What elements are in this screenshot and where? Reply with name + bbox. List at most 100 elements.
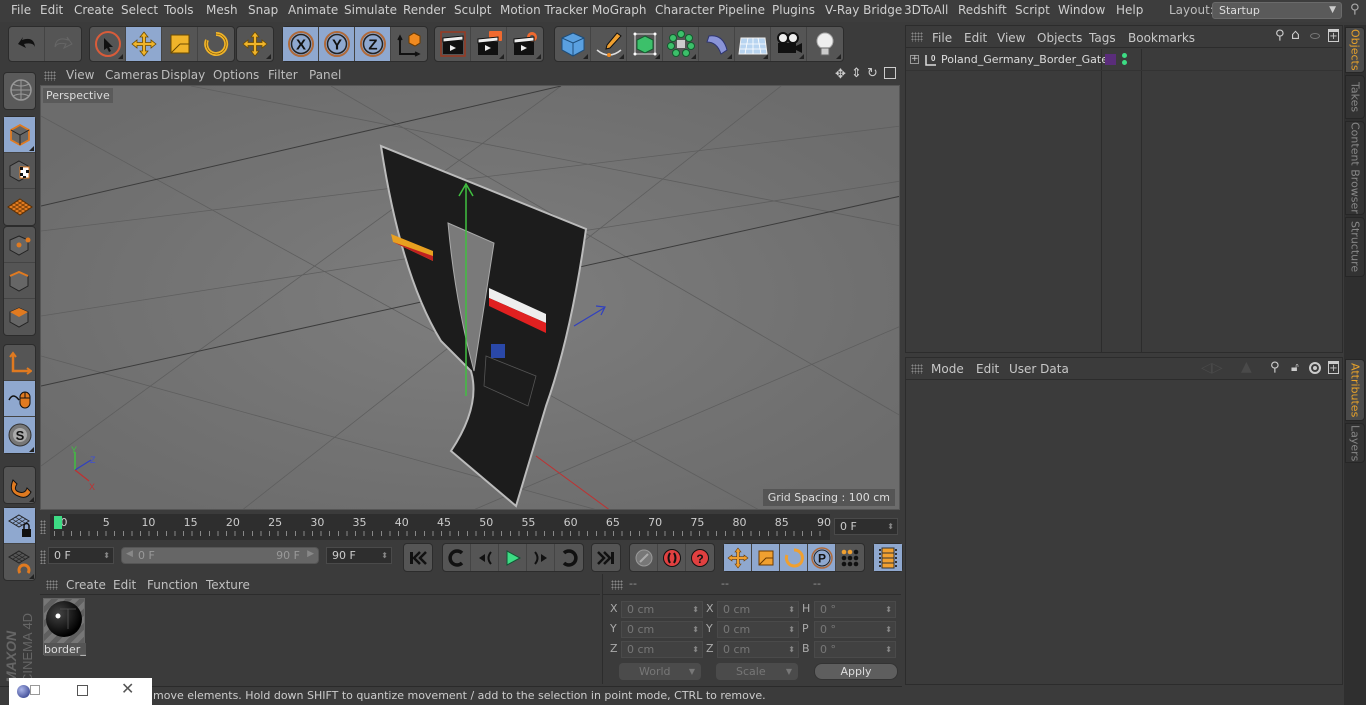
play-button[interactable] [499, 544, 527, 571]
recent-tool-button[interactable] [237, 27, 273, 61]
menu-file[interactable]: File [11, 3, 31, 17]
object-name[interactable]: Poland_Germany_Border_Gate [941, 53, 1108, 66]
add-floor-button[interactable] [735, 27, 771, 61]
menu-create[interactable]: Create [74, 3, 114, 17]
points-mode-button[interactable] [4, 227, 35, 263]
spinner-icon[interactable]: ⬍ [103, 548, 110, 563]
render-settings-button[interactable] [507, 27, 543, 61]
redo-button[interactable] [45, 27, 81, 61]
size-mode-dropdown[interactable]: Scale ▼ [716, 663, 798, 680]
make-editable-button[interactable] [4, 73, 35, 109]
coordinate-space-dropdown[interactable]: World ▼ [619, 663, 701, 680]
lock-icon[interactable]: 🔓︎ [1291, 360, 1299, 375]
keyframe-selection-button[interactable]: ? [686, 544, 714, 571]
menu-script[interactable]: Script [1015, 3, 1050, 17]
menu-redshift[interactable]: Redshift [958, 3, 1007, 17]
spinner-icon[interactable]: ⬍ [885, 622, 892, 637]
size-field[interactable]: 0 cm ⬍ [717, 601, 799, 618]
playhead-marker[interactable] [54, 516, 62, 529]
planar-workplane-button[interactable] [4, 544, 35, 580]
previous-key-button[interactable] [443, 544, 471, 571]
target-icon[interactable] [1309, 362, 1321, 374]
menu-simulate[interactable]: Simulate [344, 3, 397, 17]
editor-visibility-dot[interactable] [1122, 53, 1127, 58]
x-axis-lock-button[interactable]: X [283, 27, 319, 61]
live-selection-button[interactable] [90, 27, 126, 61]
spinner-icon[interactable]: ⬍ [692, 622, 699, 637]
search-icon[interactable]: ⚲ [1270, 360, 1280, 375]
y-axis-lock-button[interactable]: Y [319, 27, 355, 61]
menu-3dtoall[interactable]: 3DToAll [904, 3, 948, 17]
spinner-icon[interactable]: ⬍ [692, 602, 699, 617]
menu-sculpt[interactable]: Sculpt [454, 3, 491, 17]
new-panel-icon[interactable]: + [1328, 29, 1339, 42]
menu-mograph[interactable]: MoGraph [592, 3, 647, 17]
spinner-icon[interactable]: ⬍ [788, 642, 795, 657]
tab-objects[interactable]: Objects [1345, 27, 1365, 73]
layout-dropdown[interactable]: Startup ▼ [1212, 2, 1342, 19]
timeline-window-button[interactable] [874, 544, 902, 571]
panel-grip[interactable] [911, 364, 923, 374]
viewport-menu-filter[interactable]: Filter [268, 68, 298, 82]
object-row[interactable]: + 0 Poland_Germany_Border_Gate [906, 49, 1342, 71]
add-cube-button[interactable] [555, 27, 591, 61]
object-menu-objects[interactable]: Objects [1037, 31, 1082, 45]
add-cloner-button[interactable] [663, 27, 699, 61]
tab-content-browser[interactable]: Content Browser [1345, 121, 1365, 215]
material-menu-function[interactable]: Function [147, 578, 198, 592]
dolly-icon[interactable]: ⇕ [851, 66, 862, 81]
render-visibility-dot[interactable] [1122, 60, 1127, 65]
orbit-icon[interactable]: ↻ [867, 66, 878, 81]
up-arrow-icon[interactable]: ▲ [1241, 359, 1252, 375]
material-swatch[interactable]: border_ [43, 598, 86, 656]
workplane-mode-button[interactable] [4, 189, 35, 225]
go-to-start-button[interactable] [404, 544, 432, 571]
rotation-field[interactable]: 0 ° ⬍ [814, 601, 896, 618]
axis-mode-button[interactable] [4, 345, 35, 381]
autokey-button[interactable] [658, 544, 686, 571]
back-arrow-icon[interactable]: ◁▷ [1201, 360, 1223, 376]
z-axis-lock-button[interactable]: Z [355, 27, 391, 61]
spinner-icon[interactable]: ⬍ [381, 548, 388, 563]
rotate-tool-button[interactable] [198, 27, 234, 61]
menu-window[interactable]: Window [1058, 3, 1105, 17]
viewport-menu-options[interactable]: Options [213, 68, 259, 82]
viewport-menu-view[interactable]: View [66, 68, 94, 82]
timeline-ruler[interactable]: 0 5 10 15 20 25 30 35 40 45 50 55 60 65 70 75 80 85 90 [50, 514, 831, 540]
position-field[interactable]: 0 cm ⬍ [621, 601, 703, 618]
spinner-icon[interactable]: ⬍ [887, 519, 894, 534]
size-field[interactable]: 0 cm ⬍ [717, 641, 799, 658]
viewport-menu-display[interactable]: Display [161, 68, 205, 82]
snap-magnet-button[interactable] [4, 467, 35, 503]
add-light-button[interactable] [807, 27, 843, 61]
pan-icon[interactable]: ✥ [835, 67, 846, 82]
menu-help[interactable]: Help [1116, 3, 1143, 17]
range-left-arrow-icon[interactable]: ◀ [126, 549, 133, 559]
apply-button[interactable]: Apply [814, 663, 898, 680]
add-spline-button[interactable] [591, 27, 627, 61]
attribute-menu-mode[interactable]: Mode [931, 362, 964, 376]
object-menu-edit[interactable]: Edit [964, 31, 987, 45]
move-tool-button[interactable] [126, 27, 162, 61]
model-mode-button[interactable] [4, 117, 35, 153]
search-icon[interactable]: ⚲ [1275, 28, 1285, 43]
close-icon[interactable]: ✕ [121, 679, 134, 698]
spinner-icon[interactable]: ⬍ [885, 602, 892, 617]
menu-snap[interactable]: Snap [248, 3, 278, 17]
object-menu-file[interactable]: File [932, 31, 952, 45]
material-menu-edit[interactable]: Edit [113, 578, 136, 592]
tab-layers[interactable]: Layers [1345, 423, 1365, 463]
next-key-button[interactable] [555, 544, 583, 571]
go-to-end-button[interactable] [592, 544, 620, 571]
panel-grip[interactable] [46, 580, 58, 590]
viewport-menu-panel[interactable]: Panel [309, 68, 341, 82]
menu-render[interactable]: Render [403, 3, 446, 17]
3d-viewport[interactable]: Y Z X Perspective Grid Spacing : 100 cm [40, 85, 900, 510]
range-right-arrow-icon[interactable]: ▶ [307, 549, 314, 559]
lock-workplane-button[interactable] [4, 508, 35, 544]
key-position-button[interactable] [724, 544, 752, 571]
panel-grip[interactable] [611, 580, 623, 590]
record-key-button[interactable] [630, 544, 658, 571]
attribute-menu-user-data[interactable]: User Data [1009, 362, 1069, 376]
menu-tools[interactable]: Tools [164, 3, 194, 17]
